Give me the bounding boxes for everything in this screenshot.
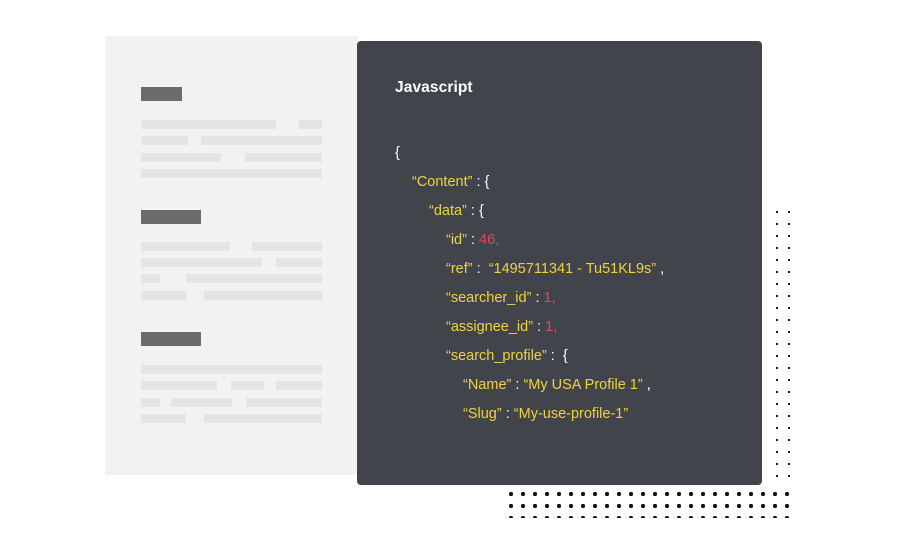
code-token-key: “search_profile” <box>446 348 547 364</box>
skeleton-text-line <box>204 291 322 300</box>
document-skeleton-panel <box>105 36 358 475</box>
code-block: {“Content” : {“data” : {“id” : 46, “ref” … <box>395 139 745 429</box>
code-language-title: Javascript <box>395 79 473 96</box>
code-line: “assignee_id” : 1, <box>395 313 745 342</box>
code-line: “search_profile” : { <box>395 342 745 371</box>
skeleton-text-line <box>141 398 160 407</box>
skeleton-text-line <box>141 258 262 267</box>
code-token-key: “Name” <box>463 377 512 393</box>
skeleton-text-line <box>201 136 322 145</box>
code-token-punc: : { <box>472 174 490 190</box>
skeleton-text-line <box>231 381 264 390</box>
skeleton-text-line <box>141 274 160 283</box>
code-token-punc: : <box>501 406 514 422</box>
skeleton-text-line <box>204 414 322 423</box>
dot-pattern-bottom <box>502 485 795 518</box>
code-token-punc: : <box>511 377 524 393</box>
code-token-punc: : <box>466 232 480 248</box>
skeleton-text-line <box>246 398 322 407</box>
code-token-punc: : { <box>466 203 484 219</box>
code-token-punc: { <box>395 145 400 161</box>
code-token-num: 1 <box>543 290 552 306</box>
code-token-punc: : { <box>546 348 568 364</box>
code-token-num: , <box>553 319 558 335</box>
skeleton-text-line <box>141 242 230 251</box>
code-token-punc: : <box>533 319 546 335</box>
code-token-key: “Slug” <box>463 406 502 422</box>
code-token-num: 46 <box>479 232 496 248</box>
code-line: “Name” : “My USA Profile 1” , <box>395 371 745 400</box>
skeleton-text-line <box>299 120 322 129</box>
code-token-punc: , <box>642 377 651 393</box>
code-line: “data” : { <box>395 197 745 226</box>
code-token-punc: , <box>656 261 665 277</box>
illustration-stage: Javascript {“Content” : {“data” : {“id” … <box>0 0 900 559</box>
skeleton-text-line <box>186 274 322 283</box>
skeleton-text-line <box>141 153 221 162</box>
skeleton-text-line <box>141 381 217 390</box>
code-token-str: “My USA Profile 1” <box>523 377 643 393</box>
code-line: “id” : 46, <box>395 226 745 255</box>
skeleton-text-line <box>141 291 186 300</box>
code-line: “ref” : “1495711341 - Tu51KL9s” , <box>395 255 745 284</box>
skeleton-text-line <box>276 381 322 390</box>
skeleton-text-line <box>276 258 322 267</box>
skeleton-heading-bar <box>141 210 201 224</box>
code-line: “searcher_id” : 1, <box>395 284 745 313</box>
code-token-num: , <box>495 232 500 248</box>
code-snippet-panel: Javascript {“Content” : {“data” : {“id” … <box>357 41 762 485</box>
code-line: “Slug” : “My-use-profile-1” <box>395 400 745 429</box>
code-token-str: “My-use-profile-1” <box>513 406 629 422</box>
code-token-num: , <box>551 290 556 306</box>
skeleton-text-line <box>141 414 186 423</box>
code-token-key: “searcher_id” <box>446 290 532 306</box>
code-token-key: “id” <box>446 232 467 248</box>
skeleton-text-line <box>171 398 232 407</box>
code-token-key: “data” <box>429 203 467 219</box>
skeleton-heading-bar <box>141 332 201 346</box>
skeleton-text-line <box>141 169 322 178</box>
code-token-punc: : <box>531 290 544 306</box>
code-token-key: “ref” <box>446 261 473 277</box>
skeleton-text-line <box>252 242 322 251</box>
skeleton-text-line <box>141 136 188 145</box>
code-line: { <box>395 139 745 168</box>
skeleton-text-line <box>141 365 322 374</box>
skeleton-text-line <box>141 120 276 129</box>
code-line: “Content” : { <box>395 168 745 197</box>
code-token-str: “1495711341 - Tu51KL9s” <box>488 261 657 277</box>
code-token-key: “Content” <box>412 174 473 190</box>
code-token-punc: : <box>472 261 489 277</box>
dot-pattern-right <box>770 205 797 486</box>
skeleton-text-line <box>245 153 322 162</box>
skeleton-heading-bar <box>141 87 182 101</box>
code-token-key: “assignee_id” <box>446 319 534 335</box>
